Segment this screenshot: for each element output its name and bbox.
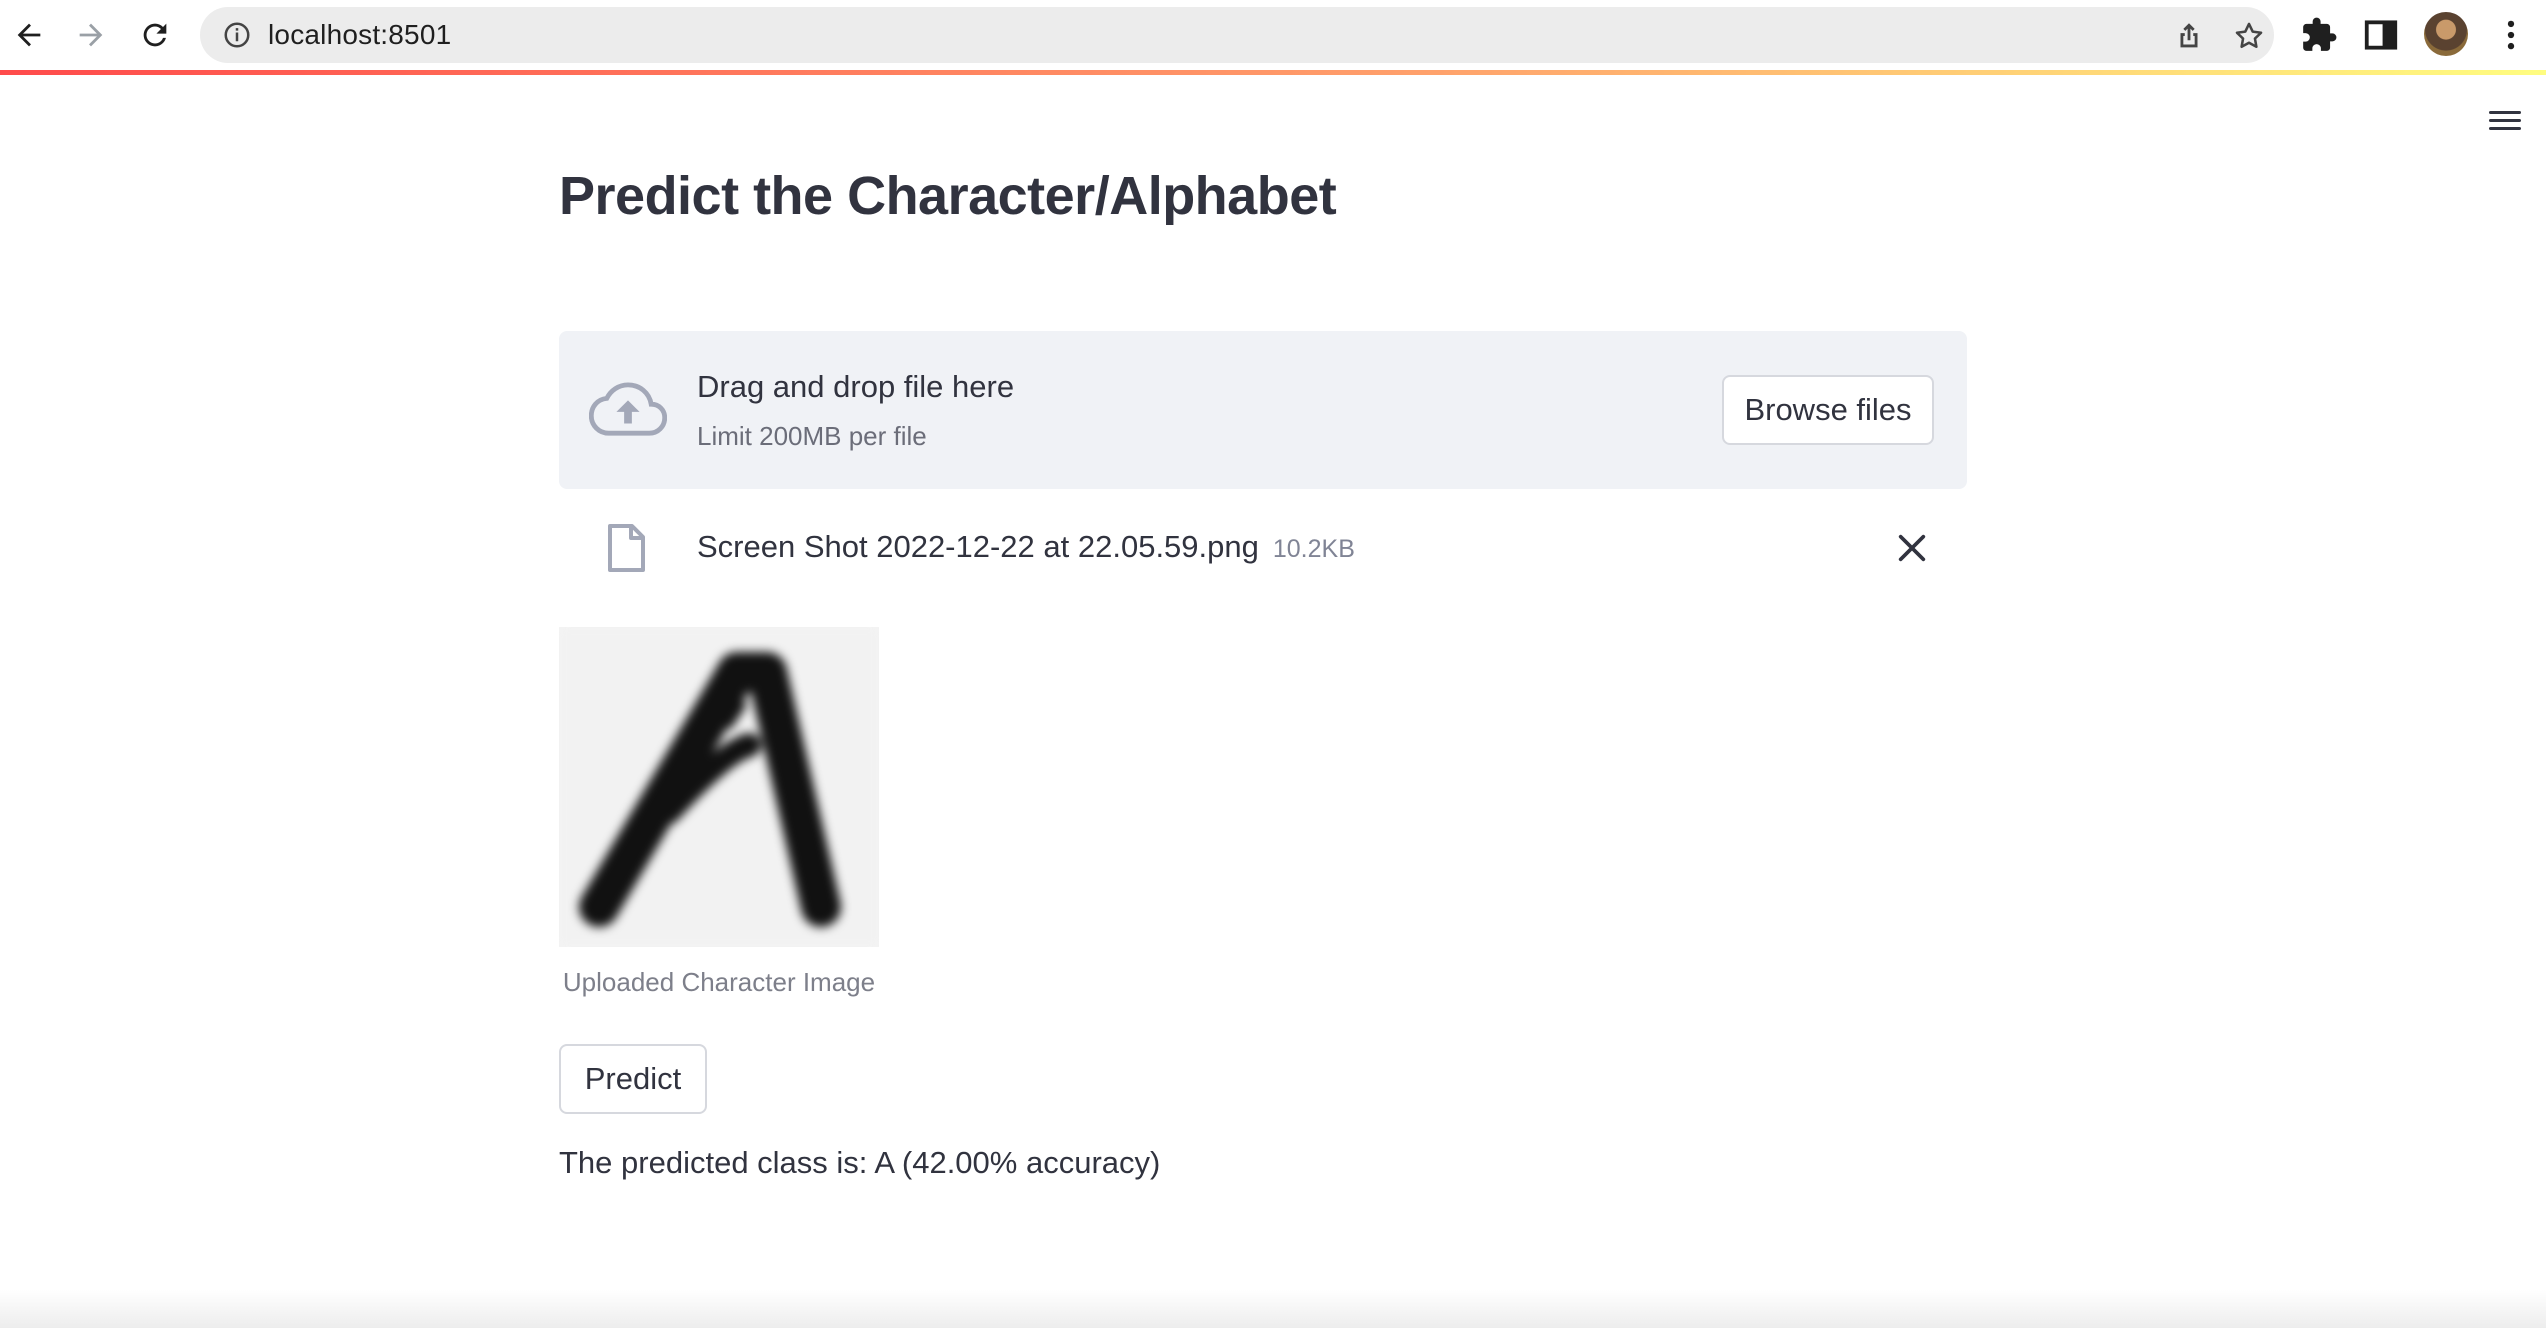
share-icon[interactable] — [2172, 19, 2206, 53]
forward-button[interactable] — [70, 14, 112, 56]
prediction-result: The predicted class is: A (42.00% accura… — [559, 1145, 1161, 1180]
info-icon[interactable] — [222, 20, 252, 50]
close-icon[interactable] — [1895, 531, 1929, 565]
hamburger-icon[interactable] — [2487, 106, 2523, 136]
page-title: Predict the Character/Alphabet — [559, 166, 1337, 226]
dropzone-instructions: Drag and drop file here — [697, 369, 1015, 404]
address-bar[interactable]: localhost:8501 — [200, 7, 2274, 63]
reload-icon — [143, 23, 167, 47]
file-icon — [608, 524, 645, 572]
header-decoration-bar — [0, 70, 2546, 75]
back-button[interactable] — [8, 14, 50, 56]
dropzone-text: Drag and drop file here Limit 200MB per … — [697, 369, 1014, 452]
reload-button[interactable] — [134, 14, 176, 56]
arrow-right-icon — [79, 23, 103, 47]
arrow-left-icon — [17, 23, 41, 47]
uploaded-file-size: 10.2KB — [1272, 535, 1355, 563]
character-glyph — [559, 627, 879, 947]
page-bottom-fade — [0, 1290, 2546, 1328]
profile-avatar[interactable] — [2424, 12, 2468, 56]
dropzone-limit: Limit 200MB per file — [697, 421, 927, 451]
puzzle-icon[interactable] — [2300, 16, 2338, 54]
cloud-upload-icon — [589, 382, 667, 436]
star-icon[interactable] — [2232, 19, 2266, 53]
uploaded-file-name: Screen Shot 2022-12-22 at 22.05.59.png — [697, 529, 1259, 564]
url-text[interactable]: localhost:8501 — [268, 7, 451, 63]
browse-files-button[interactable]: Browse files — [1722, 375, 1934, 445]
image-caption: Uploaded Character Image — [562, 967, 876, 997]
kebab-menu-icon[interactable] — [2492, 16, 2530, 54]
file-uploader-dropzone[interactable]: Drag and drop file here Limit 200MB per … — [559, 331, 1967, 489]
uploaded-file-row: Screen Shot 2022-12-22 at 22.05.59.png 10… — [559, 507, 1967, 587]
file-name-line: Screen Shot 2022-12-22 at 22.05.59.png 10… — [697, 529, 1355, 565]
predict-button[interactable]: Predict — [559, 1044, 707, 1114]
side-panel-icon[interactable] — [2362, 16, 2400, 54]
browser-toolbar: localhost:8501 — [0, 0, 2546, 70]
uploaded-character-image — [559, 627, 879, 947]
